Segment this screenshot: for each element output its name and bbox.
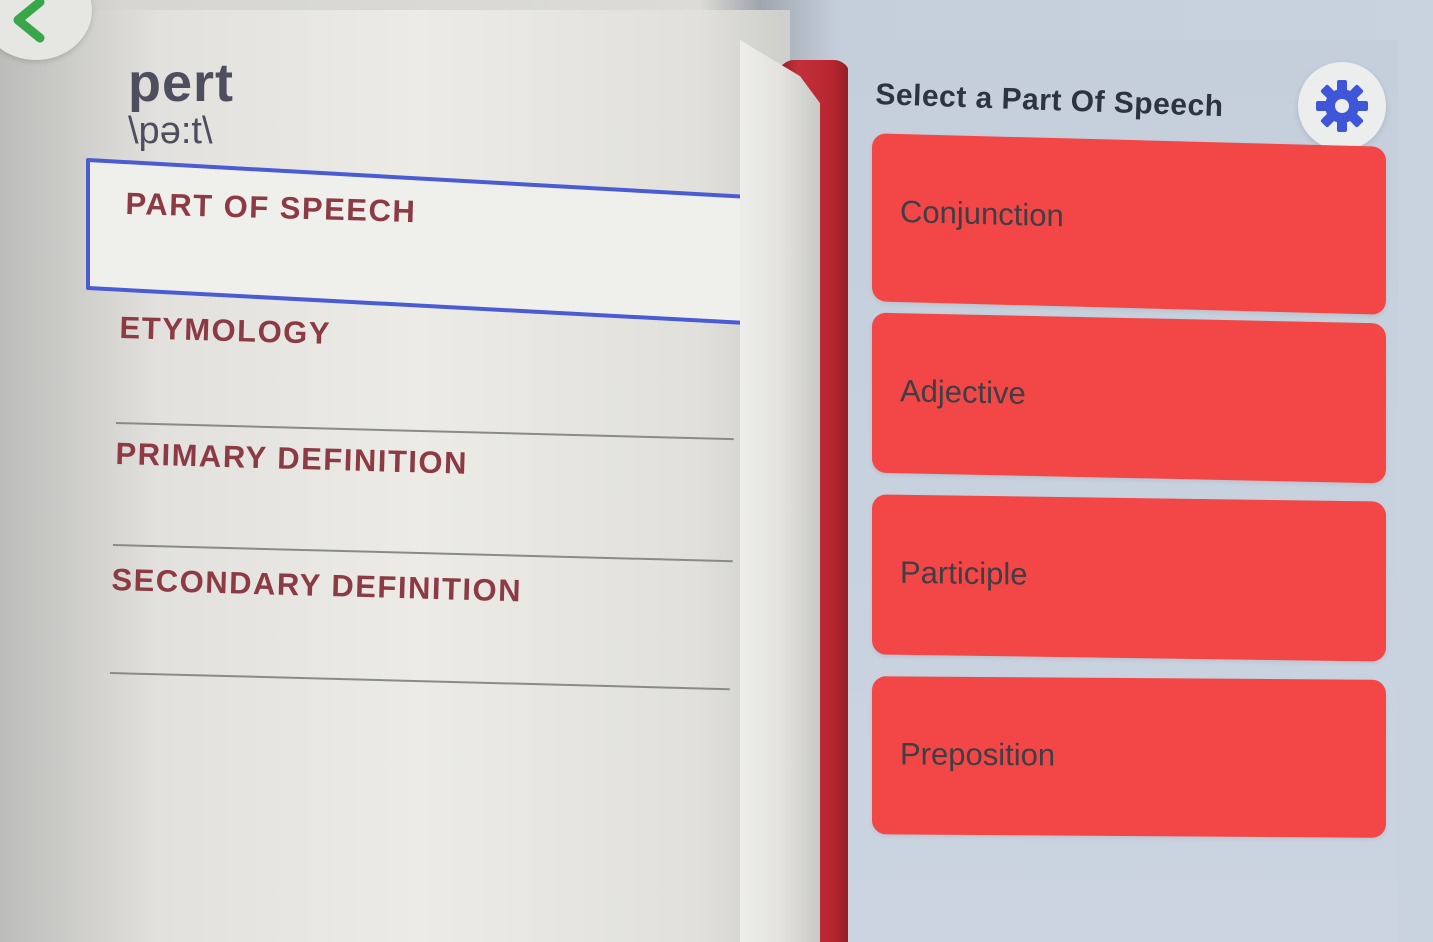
option-participle-button[interactable]: Participle	[872, 494, 1386, 662]
option-label: Preposition	[900, 736, 1056, 773]
option-label: Participle	[900, 554, 1028, 592]
word-title: pert	[128, 53, 235, 113]
field-etymology[interactable]: ETYMOLOGY	[119, 310, 331, 352]
option-conjunction-button[interactable]: Conjunction	[872, 133, 1386, 315]
option-label: Conjunction	[900, 194, 1064, 234]
app-screen: pert \pə:t\ PART OF SPEECH ETYMOLOGY PRI…	[0, 0, 1433, 942]
option-preposition-button[interactable]: Preposition	[872, 676, 1386, 838]
selected-field-highlight	[86, 158, 846, 328]
settings-button[interactable]	[1298, 62, 1386, 150]
gear-icon	[1316, 80, 1368, 132]
option-label: Adjective	[900, 373, 1026, 411]
word-pronunciation: \pə:t\	[128, 110, 213, 152]
page-curl	[740, 40, 820, 942]
chevron-left-icon	[13, 0, 45, 43]
option-adjective-button[interactable]: Adjective	[872, 312, 1386, 484]
